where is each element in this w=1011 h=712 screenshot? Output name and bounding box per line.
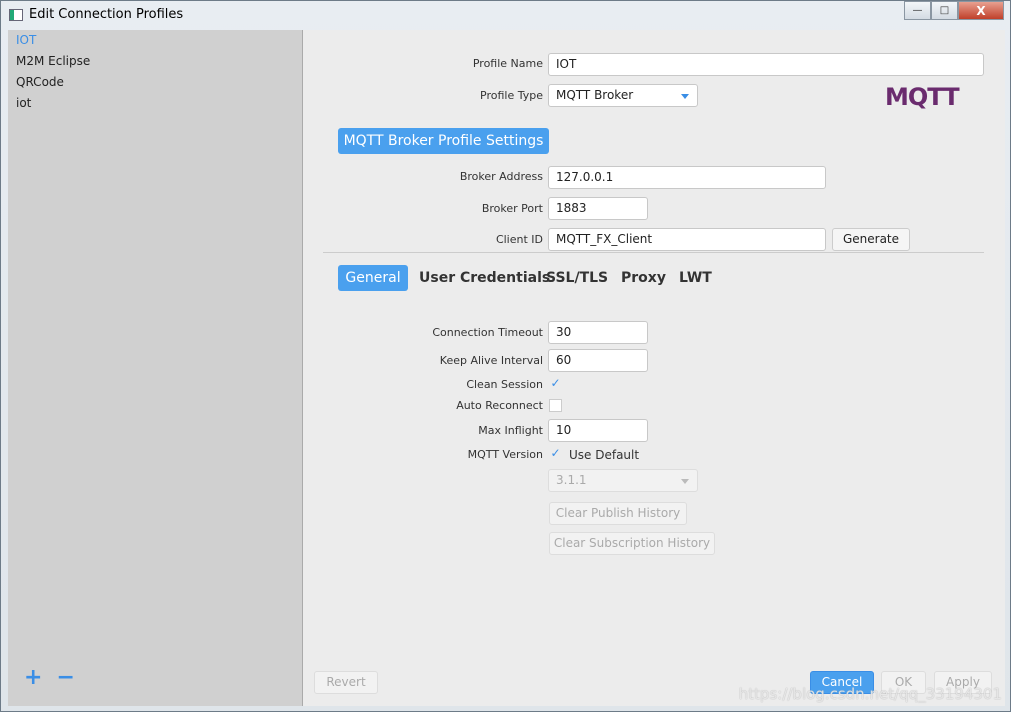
- chevron-down-icon: [681, 94, 689, 99]
- profile-item-iot[interactable]: IOT: [8, 30, 302, 51]
- profile-type-select[interactable]: MQTT Broker: [548, 84, 698, 107]
- profile-list: IOT M2M Eclipse QRCode iot +−: [8, 30, 303, 706]
- profile-item-m2m-eclipse[interactable]: M2M Eclipse: [8, 51, 302, 72]
- profile-settings-panel: Profile Name IOT Profile Type MQTT Broke…: [303, 30, 1005, 706]
- profile-item-iot-lower[interactable]: iot: [8, 93, 302, 114]
- connection-timeout-label: Connection Timeout: [432, 326, 543, 339]
- use-default-label: Use Default: [569, 448, 640, 462]
- max-inflight-label: Max Inflight: [478, 424, 543, 437]
- window-title: Edit Connection Profiles: [29, 7, 184, 22]
- close-button[interactable]: X: [958, 1, 1004, 20]
- dialog-window: Edit Connection Profiles — □ X IOT M2M E…: [0, 0, 1011, 712]
- watermark: https://blog.csdn.net/qq_33194301: [738, 685, 1002, 703]
- keep-alive-label: Keep Alive Interval: [439, 354, 543, 367]
- mqtt-version-select[interactable]: 3.1.1: [548, 469, 698, 492]
- generate-button[interactable]: Generate: [832, 228, 910, 251]
- mqtt-version-value: 3.1.1: [556, 473, 587, 487]
- profile-type-value: MQTT Broker: [556, 88, 634, 102]
- tab-proxy[interactable]: Proxy: [621, 265, 666, 291]
- max-inflight-input[interactable]: 10: [548, 419, 648, 442]
- revert-button[interactable]: Revert: [314, 671, 378, 694]
- clean-session-checkbox[interactable]: ✓: [549, 377, 562, 391]
- clear-subscription-history-button[interactable]: Clear Subscription History: [549, 532, 715, 555]
- auto-reconnect-label: Auto Reconnect: [456, 399, 543, 412]
- broker-port-label: Broker Port: [481, 202, 543, 215]
- clear-publish-history-button[interactable]: Clear Publish History: [549, 502, 687, 525]
- maximize-button[interactable]: □: [931, 1, 958, 20]
- broker-port-input[interactable]: 1883: [548, 197, 648, 220]
- use-default-checkbox[interactable]: ✓: [549, 447, 562, 461]
- tab-ssl-tls[interactable]: SSL/TLS: [546, 265, 608, 291]
- mqtt-logo: MQTT: [885, 83, 960, 111]
- broker-settings-header: MQTT Broker Profile Settings: [338, 128, 549, 154]
- client-id-label: Client ID: [495, 233, 543, 246]
- app-icon: [9, 9, 23, 21]
- tab-lwt[interactable]: LWT: [679, 265, 712, 291]
- keep-alive-input[interactable]: 60: [548, 349, 648, 372]
- clean-session-label: Clean Session: [466, 378, 543, 391]
- profile-name-input[interactable]: IOT: [548, 53, 984, 76]
- tab-user-credentials[interactable]: User Credentials: [419, 265, 550, 291]
- broker-address-input[interactable]: 127.0.0.1: [548, 166, 826, 189]
- title-bar: Edit Connection Profiles — □ X: [1, 1, 1010, 29]
- tab-general[interactable]: General: [338, 265, 408, 291]
- client-id-input[interactable]: MQTT_FX_Client: [548, 228, 826, 251]
- minimize-button[interactable]: —: [904, 1, 931, 20]
- connection-timeout-input[interactable]: 30: [548, 321, 648, 344]
- profile-name-label: Profile Name: [472, 57, 543, 70]
- chevron-down-icon: [681, 479, 689, 484]
- profile-item-qrcode[interactable]: QRCode: [8, 72, 302, 93]
- broker-address-label: Broker Address: [459, 170, 543, 183]
- profile-type-label: Profile Type: [480, 89, 543, 102]
- mqtt-version-label: MQTT Version: [467, 448, 543, 461]
- add-profile-button[interactable]: +: [24, 665, 56, 690]
- remove-profile-button[interactable]: −: [56, 665, 88, 690]
- divider: [323, 252, 984, 253]
- auto-reconnect-checkbox[interactable]: [549, 399, 562, 412]
